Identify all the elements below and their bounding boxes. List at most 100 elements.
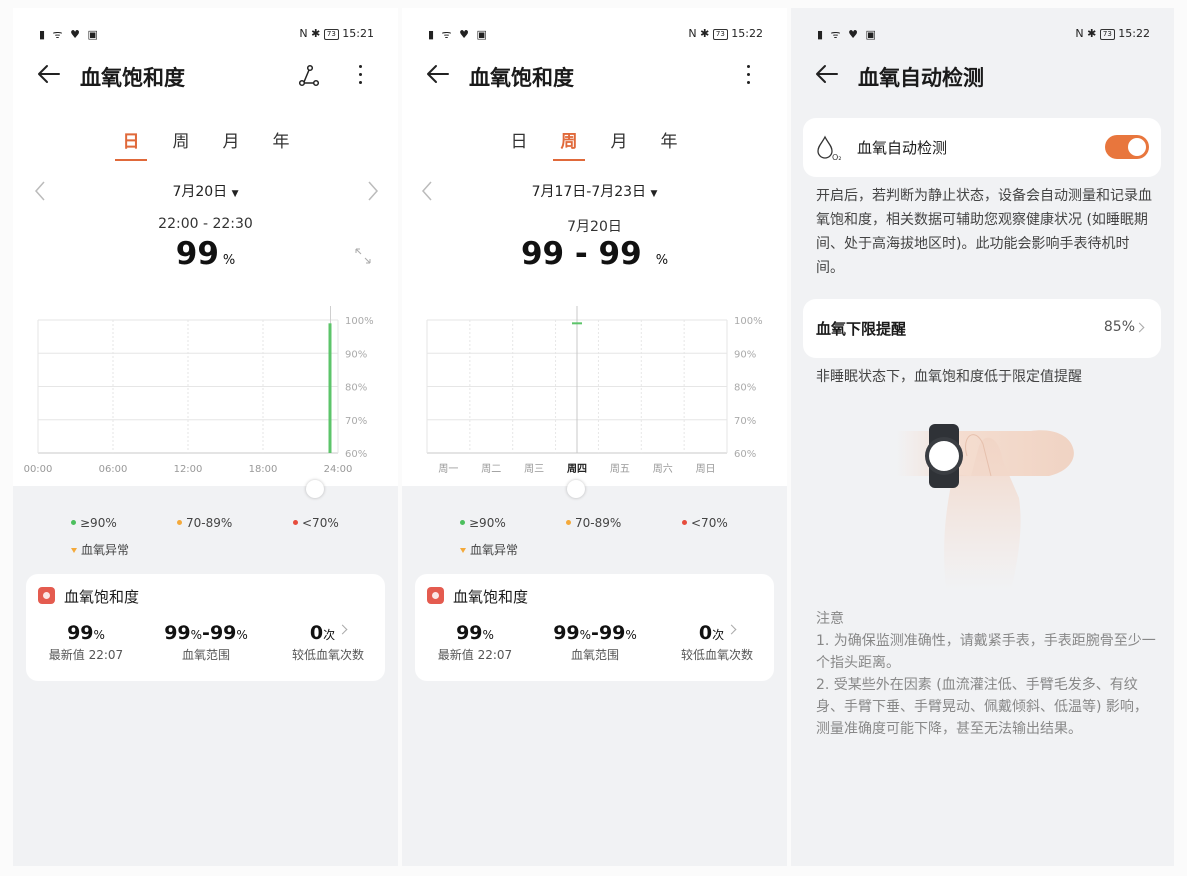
tab-day[interactable]: 日 bbox=[504, 127, 534, 152]
bluetooth-icon: ✱ bbox=[700, 27, 710, 40]
x-tick-label: 周六 bbox=[653, 463, 673, 475]
back-arrow-icon[interactable] bbox=[424, 60, 452, 88]
y-tick-label: 70% bbox=[345, 416, 367, 427]
tab-year[interactable]: 年 bbox=[654, 127, 684, 152]
tab-week[interactable]: 周 bbox=[166, 127, 196, 152]
latest-label: 最新值 22:07 bbox=[437, 648, 513, 662]
spo2-range-value: 99 - 99% bbox=[402, 236, 787, 272]
page-title: 血氧饱和度 bbox=[80, 66, 185, 90]
data-bar bbox=[328, 323, 332, 453]
note-item-1: 1. 为确保监测准确性，请戴紧手表，手表距腕骨至少一个指头距离。 bbox=[816, 633, 1156, 671]
svg-text:O₂: O₂ bbox=[832, 153, 841, 162]
range-high: 99 bbox=[598, 622, 626, 644]
legend-abnormal-label: 血氧异常 bbox=[470, 543, 519, 557]
status-right: N ✱ 73 15:22 bbox=[688, 27, 763, 40]
legend-high: ≥90% bbox=[71, 516, 117, 530]
x-tick-label: 24:00 bbox=[324, 464, 353, 475]
low-limit-value: 85% bbox=[1103, 319, 1135, 335]
stat-latest: 99% 最新值 22:07 bbox=[26, 622, 146, 663]
date-selector[interactable]: 7月17日-7月23日 ▼ bbox=[402, 181, 787, 201]
spo2-app-icon bbox=[38, 587, 55, 604]
blood-drop-o2-icon: O₂ bbox=[817, 135, 841, 162]
x-tick-label: 周一 bbox=[438, 463, 458, 475]
nfc-icon: N bbox=[299, 27, 308, 40]
page-title: 血氧饱和度 bbox=[469, 66, 574, 90]
tab-year[interactable]: 年 bbox=[266, 127, 296, 152]
back-arrow-icon[interactable] bbox=[35, 60, 63, 88]
tab-month[interactable]: 月 bbox=[216, 127, 246, 152]
period-tabs: 日 周 月 年 bbox=[402, 124, 787, 164]
stat-low-count[interactable]: 0次 较低血氧次数 bbox=[660, 622, 774, 663]
latest-label: 最新值 22:07 bbox=[48, 648, 124, 662]
low-limit-description: 非睡眠状态下，血氧饱和度低于限定值提醒 bbox=[816, 369, 1082, 385]
spo2-unit: % bbox=[222, 253, 236, 268]
date-label: 7月17日-7月23日 bbox=[531, 184, 647, 200]
spo2-number: 99 bbox=[175, 236, 219, 272]
auto-detect-description: 开启后，若判断为静止状态，设备会自动测量和记录血氧饱和度，相关数据可辅助您观察健… bbox=[816, 188, 1152, 276]
back-arrow-icon[interactable] bbox=[813, 60, 841, 88]
tab-week[interactable]: 周 bbox=[553, 127, 585, 161]
battery-icon: 73 bbox=[1099, 29, 1115, 40]
bluetooth-icon: ✱ bbox=[311, 27, 321, 40]
status-icons: ▮ ᯤ ♥ ▣ bbox=[428, 28, 489, 41]
chevron-right-icon bbox=[1134, 322, 1145, 333]
low-limit-row[interactable]: 血氧下限提醒 85% bbox=[803, 299, 1161, 358]
period-tabs: 日 周 月 年 bbox=[13, 124, 398, 164]
status-right: N ✱ 73 15:22 bbox=[1075, 27, 1150, 40]
more-menu-icon[interactable] bbox=[743, 62, 753, 90]
clock: 15:22 bbox=[731, 27, 763, 40]
note-title: 注意 bbox=[816, 611, 844, 627]
summary-card: 血氧饱和度 99% 最新值 22:07 99%-99% 血氧范围 0次 较低血氧… bbox=[415, 574, 774, 681]
legend-abnormal-label: 血氧异常 bbox=[81, 543, 130, 557]
week-view-panel: ▮ ᯤ ♥ ▣ N ✱ 73 15:22 血氧饱和度 日 周 月 年 7月17日… bbox=[402, 8, 787, 866]
auto-detect-toggle[interactable] bbox=[1105, 135, 1149, 159]
triangle-icon bbox=[71, 548, 77, 553]
spo2-app-icon bbox=[427, 587, 444, 604]
y-tick-label: 80% bbox=[345, 383, 367, 394]
legend-low-label: <70% bbox=[302, 516, 339, 530]
tab-day[interactable]: 日 bbox=[115, 127, 147, 161]
auto-detect-switch-row[interactable]: O₂ 血氧自动检测 bbox=[803, 118, 1161, 177]
more-menu-icon[interactable] bbox=[355, 62, 365, 90]
y-tick-label: 60% bbox=[345, 449, 367, 460]
range-unit-b: % bbox=[625, 628, 637, 642]
range-dash: - bbox=[202, 622, 210, 644]
latest-value: 99 bbox=[456, 622, 483, 644]
expand-icon[interactable] bbox=[353, 246, 373, 266]
legend-low: <70% bbox=[293, 516, 339, 530]
x-tick-label: 06:00 bbox=[99, 464, 128, 475]
latest-value: 99 bbox=[67, 622, 94, 644]
date-selector[interactable]: 7月20日 ▼ bbox=[13, 181, 398, 201]
date-label: 7月20日 bbox=[172, 184, 228, 200]
low-label: 较低血氧次数 bbox=[291, 648, 364, 662]
stat-range: 99%-99% 血氧范围 bbox=[535, 622, 655, 663]
status-right: N ✱ 73 15:21 bbox=[299, 27, 374, 40]
range-unit-a: % bbox=[579, 628, 592, 642]
range-low: 99 bbox=[553, 622, 580, 644]
low-unit: 次 bbox=[323, 628, 336, 642]
low-unit: 次 bbox=[712, 628, 725, 642]
day-view-panel: ▮ ᯤ ♥ ▣ N ✱ 73 15:21 血氧饱和度 日 周 月 年 7月20日… bbox=[13, 8, 398, 866]
spo2-range: 99 - 99 bbox=[520, 236, 642, 272]
x-tick-label: 周五 bbox=[610, 463, 630, 475]
note-item-2: 2. 受某些外在因素 (血流灌注低、手臂毛发多、有纹身、手臂下垂、手臂晃动、佩戴… bbox=[816, 677, 1148, 737]
x-tick-label: 周三 bbox=[524, 463, 544, 475]
auto-detect-panel: ▮ ᯤ ♥ ▣ N ✱ 73 15:22 血氧自动检测 O₂ 血氧自动检测 开启… bbox=[791, 8, 1174, 866]
y-tick-label: 70% bbox=[734, 416, 756, 427]
legend-mid: 70-89% bbox=[177, 516, 232, 530]
summary-title: 血氧饱和度 bbox=[453, 588, 529, 606]
chart-scrubber-handle[interactable] bbox=[306, 480, 324, 498]
battery-icon: 73 bbox=[712, 29, 728, 40]
share-icon[interactable] bbox=[297, 64, 321, 88]
tab-month[interactable]: 月 bbox=[604, 127, 634, 152]
range-label: 血氧范围 bbox=[181, 648, 230, 662]
x-tick-label: 12:00 bbox=[174, 464, 203, 475]
stat-latest: 99% 最新值 22:07 bbox=[415, 622, 535, 663]
nfc-icon: N bbox=[688, 27, 697, 40]
latest-unit: % bbox=[93, 628, 105, 642]
stat-low-count[interactable]: 0次 较低血氧次数 bbox=[271, 622, 385, 663]
legend-high: ≥90% bbox=[460, 516, 506, 530]
latest-unit: % bbox=[482, 628, 494, 642]
green-dot-icon bbox=[460, 520, 465, 525]
chart-scrubber-handle[interactable] bbox=[567, 480, 585, 498]
